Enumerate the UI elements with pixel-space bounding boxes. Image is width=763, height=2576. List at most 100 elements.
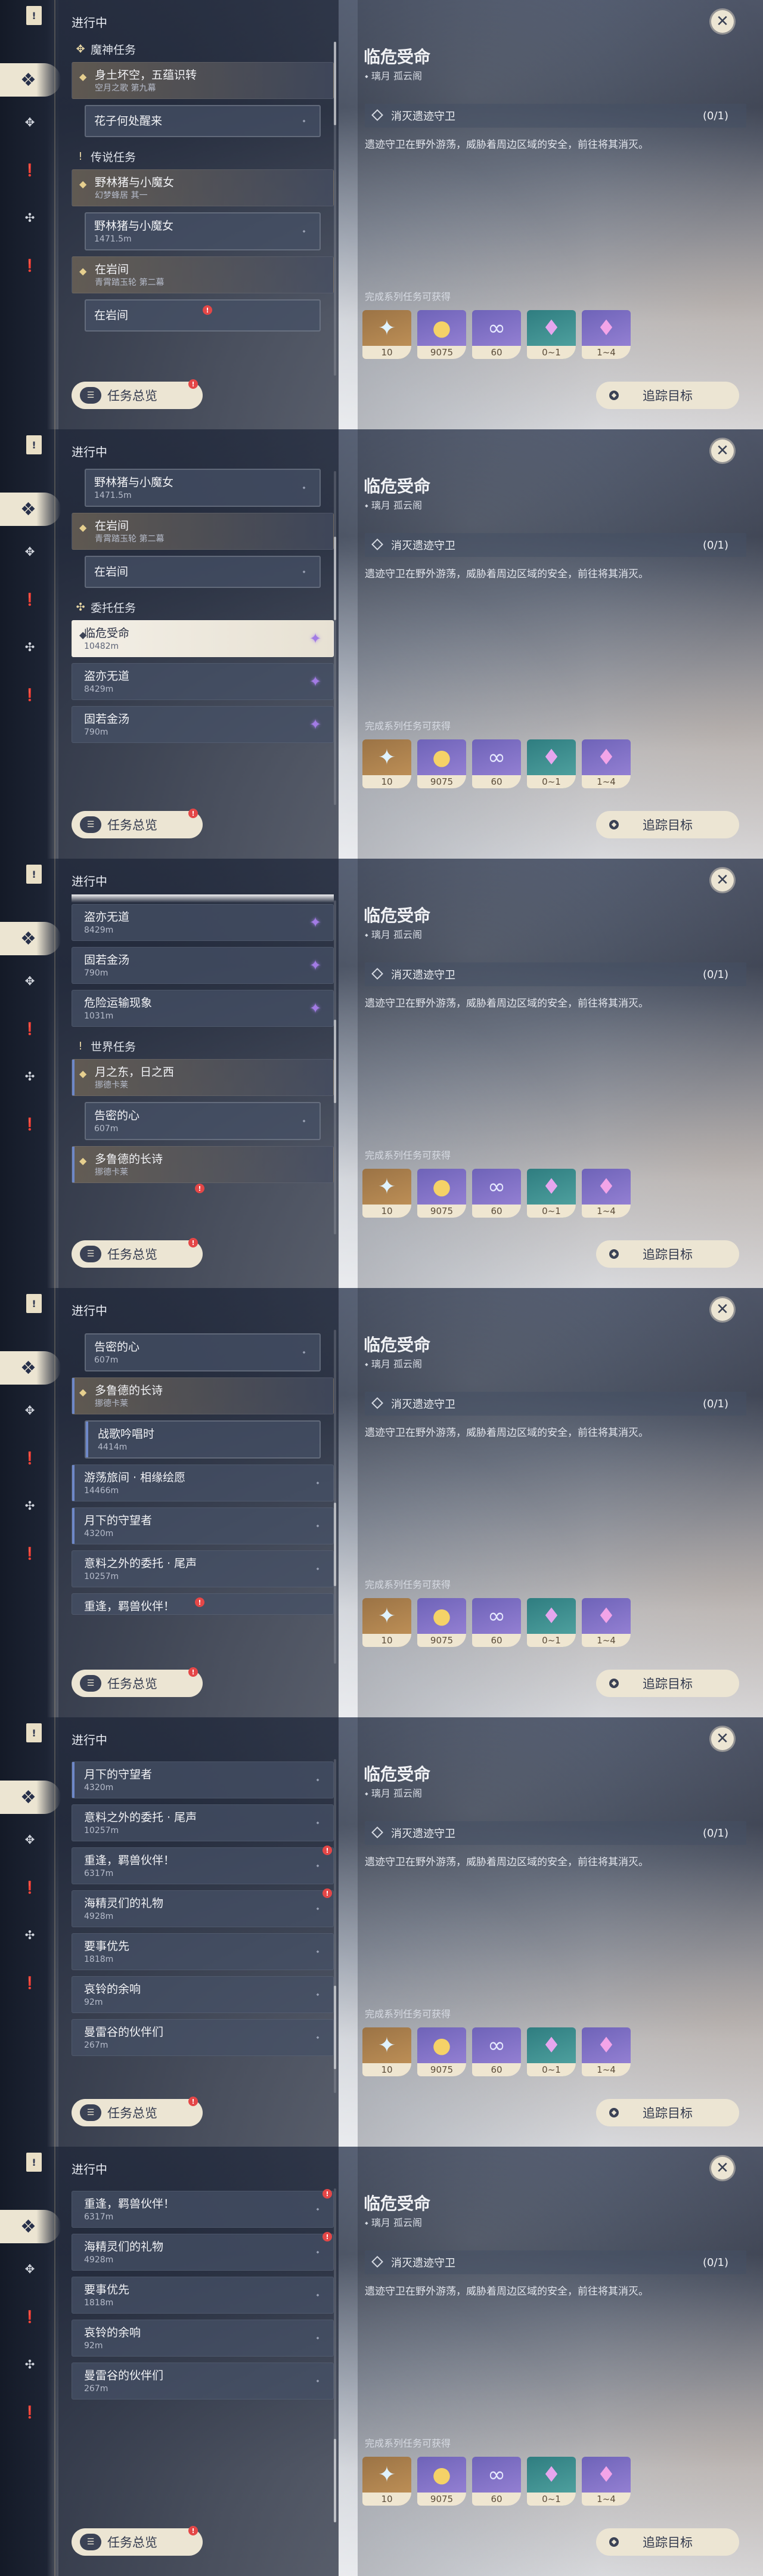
list-item[interactable]: 要事优先 1818m ⬩ bbox=[72, 1933, 334, 1970]
reward-item[interactable]: ∞ 60 bbox=[472, 2457, 521, 2506]
close-icon[interactable]: ✕ bbox=[709, 438, 736, 464]
reward-item[interactable]: ∞ 60 bbox=[472, 310, 521, 359]
world-quest-icon[interactable]: ❗ bbox=[22, 1546, 38, 1561]
reward-item[interactable]: ✦ 10 bbox=[362, 2027, 411, 2076]
list-item[interactable]: 曼雷谷的伙伴们 267m ⬩ bbox=[72, 2019, 334, 2056]
commission-icon[interactable]: ✣ bbox=[22, 1927, 38, 1943]
reward-item[interactable]: ♦ 1~4 bbox=[582, 1598, 631, 1647]
track-target-button[interactable]: 追踪目标 bbox=[596, 2099, 739, 2126]
commission-icon[interactable]: ✣ bbox=[22, 639, 38, 655]
world-quest-icon[interactable]: ❗ bbox=[22, 1975, 38, 1990]
list-item[interactable]: 告密的心 607m ⬩ bbox=[85, 1333, 321, 1371]
close-icon[interactable]: ✕ bbox=[709, 8, 736, 35]
story-quest-icon[interactable]: ❗ bbox=[22, 162, 38, 178]
reward-item[interactable]: ♦ 1~4 bbox=[582, 1169, 631, 1218]
list-item[interactable]: 告密的心 607m ⬩ bbox=[85, 1102, 321, 1140]
track-target-button[interactable]: 追踪目标 bbox=[596, 811, 739, 838]
reward-item[interactable]: ∞ 60 bbox=[472, 1169, 521, 1218]
list-item[interactable]: 要事优先 1818m ⬩ bbox=[72, 2277, 334, 2314]
story-quest-icon[interactable]: ❗ bbox=[22, 592, 38, 607]
quest-overview-button[interactable]: ☰ 任务总览 ! bbox=[72, 379, 203, 409]
quest-list[interactable]: 野林猪与小魔女 1471.5m ⬩ ◆ 在岩间 青霄踏玉轮 第二幕 在岩间 ⬩ … bbox=[72, 465, 334, 811]
reward-item[interactable]: ∞ 60 bbox=[472, 2027, 521, 2076]
list-item[interactable]: 固若金汤 790m ✦ bbox=[72, 706, 334, 743]
archon-quest-icon[interactable]: ✥ bbox=[22, 2261, 38, 2277]
list-item[interactable]: 意料之外的委托 · 尾声 10257m ⬩ bbox=[72, 1804, 334, 1841]
list-item[interactable]: ◆ 多鲁德的长诗 挪德卡莱 ! bbox=[72, 1146, 334, 1193]
list-scrollbar[interactable] bbox=[334, 471, 336, 805]
close-icon[interactable]: ✕ bbox=[709, 1296, 736, 1323]
story-quest-icon[interactable]: ❗ bbox=[22, 1450, 38, 1466]
story-quest-icon[interactable]: ❗ bbox=[22, 1021, 38, 1036]
reward-item[interactable]: ✦ 10 bbox=[362, 1598, 411, 1647]
quest-list[interactable]: 月下的守望者 4320m ⬩ 意料之外的委托 · 尾声 10257m ⬩ 重逢，… bbox=[72, 1753, 334, 2099]
archon-quest-icon[interactable]: ✥ bbox=[22, 973, 38, 989]
commission-icon[interactable]: ✣ bbox=[22, 1069, 38, 1084]
track-target-button[interactable]: 追踪目标 bbox=[596, 2528, 739, 2556]
list-item[interactable]: 盗亦无道 8429m ✦ bbox=[72, 904, 334, 941]
all-quests-icon[interactable]: ❖ bbox=[0, 1781, 61, 1814]
list-item[interactable]: ◆ 多鲁德的长诗 挪德卡莱 bbox=[72, 1377, 334, 1414]
list-item[interactable]: 游荡旅间 · 相缘绘愿 14466m ⬩ bbox=[72, 1465, 334, 1501]
list-item[interactable]: ◆ 身土坏空，五蕴识转 空月之歌 第九幕 bbox=[72, 62, 334, 99]
reward-item[interactable]: ♦ 0~1 bbox=[527, 739, 576, 788]
list-scrollbar[interactable] bbox=[334, 900, 336, 1234]
track-target-button[interactable]: 追踪目标 bbox=[596, 1240, 739, 1268]
reward-item[interactable]: ● 9075 bbox=[417, 2457, 466, 2506]
list-item[interactable]: 月下的守望者 4320m ⬩ bbox=[72, 1761, 334, 1798]
list-item[interactable]: 月下的守望者 4320m ⬩ bbox=[72, 1507, 334, 1544]
list-item[interactable]: 战歌吟唱时 4414m bbox=[85, 1420, 321, 1459]
list-item[interactable]: 花子何处醒来 ⬩ bbox=[85, 105, 321, 137]
world-quest-icon[interactable]: ❗ bbox=[22, 687, 38, 702]
list-item[interactable]: 在岩间 ⬩ bbox=[85, 556, 321, 588]
quest-overview-button[interactable]: ☰ 任务总览 ! bbox=[72, 1238, 203, 1268]
world-quest-icon[interactable]: ❗ bbox=[22, 258, 38, 273]
list-item[interactable]: 重逢，羁兽伙伴！ 6317m ⬩ ! bbox=[72, 2189, 334, 2228]
list-item-selected[interactable]: ◆ 临危受命 10482m ✦ bbox=[72, 620, 334, 657]
archon-quest-icon[interactable]: ✥ bbox=[22, 544, 38, 559]
reward-item[interactable]: ♦ 1~4 bbox=[582, 310, 631, 359]
reward-item[interactable]: ● 9075 bbox=[417, 1598, 466, 1647]
story-quest-icon[interactable]: ❗ bbox=[22, 2309, 38, 2324]
reward-item[interactable]: ● 9075 bbox=[417, 310, 466, 359]
reward-item[interactable]: ✦ 10 bbox=[362, 739, 411, 788]
list-item[interactable]: ◆ 月之东，日之西 挪德卡莱 bbox=[72, 1059, 334, 1096]
quest-list[interactable]: ✥ 魔神任务 ◆ 身土坏空，五蕴识转 空月之歌 第九幕 花子何处醒来 ⬩ ! 传说任… bbox=[72, 36, 334, 382]
close-icon[interactable]: ✕ bbox=[709, 1726, 736, 1752]
list-item[interactable]: 哀铃的余响 92m ⬩ bbox=[72, 2320, 334, 2357]
all-quests-icon[interactable]: ❖ bbox=[0, 2210, 61, 2243]
list-scrollbar[interactable] bbox=[334, 42, 336, 376]
quest-list[interactable]: 告密的心 607m ⬩ ◆ 多鲁德的长诗 挪德卡莱 战歌吟唱时 4414m 游荡… bbox=[72, 1324, 334, 1670]
reward-item[interactable]: ∞ 60 bbox=[472, 1598, 521, 1647]
list-scrollbar[interactable] bbox=[334, 1330, 336, 1664]
reward-item[interactable]: ♦ 1~4 bbox=[582, 2457, 631, 2506]
list-item[interactable]: 在岩间 ! bbox=[85, 299, 321, 332]
reward-item[interactable]: ✦ 10 bbox=[362, 310, 411, 359]
all-quests-icon[interactable]: ❖ bbox=[0, 922, 61, 955]
list-item[interactable]: 重逢，羁兽伙伴！ 6317m ⬩ ! bbox=[72, 1846, 334, 1884]
list-scrollbar[interactable] bbox=[334, 1759, 336, 2093]
archon-quest-icon[interactable]: ✥ bbox=[22, 114, 38, 130]
reward-item[interactable]: ● 9075 bbox=[417, 2027, 466, 2076]
quest-overview-button[interactable]: ☰ 任务总览 ! bbox=[72, 809, 203, 838]
commission-icon[interactable]: ✣ bbox=[22, 1498, 38, 1513]
quest-overview-button[interactable]: ☰ 任务总览 ! bbox=[72, 1667, 203, 1697]
commission-icon[interactable]: ✣ bbox=[22, 2357, 38, 2372]
list-item[interactable]: 固若金汤 790m ✦ bbox=[72, 947, 334, 984]
archon-quest-icon[interactable]: ✥ bbox=[22, 1832, 38, 1847]
track-target-button[interactable]: 追踪目标 bbox=[596, 382, 739, 409]
list-item[interactable]: 危险运输现象 1031m ✦ bbox=[72, 990, 334, 1027]
world-quest-icon[interactable]: ❗ bbox=[22, 2404, 38, 2420]
list-scrollbar[interactable] bbox=[334, 2188, 336, 2522]
story-quest-icon[interactable]: ❗ bbox=[22, 1880, 38, 1895]
quest-overview-button[interactable]: ☰ 任务总览 ! bbox=[72, 2097, 203, 2126]
list-item[interactable]: 哀铃的余响 92m ⬩ bbox=[72, 1976, 334, 2013]
all-quests-icon[interactable]: ❖ bbox=[0, 63, 61, 97]
reward-item[interactable]: ♦ 1~4 bbox=[582, 2027, 631, 2076]
reward-item[interactable]: ♦ 0~1 bbox=[527, 2027, 576, 2076]
list-item[interactable]: 野林猪与小魔女 1471.5m ⬩ bbox=[85, 469, 321, 507]
reward-item[interactable]: ✦ 10 bbox=[362, 1169, 411, 1218]
quest-list[interactable]: 重逢，羁兽伙伴！ 6317m ⬩ ! 海精灵们的礼物 4928m ⬩ ! 要事优… bbox=[72, 2182, 334, 2528]
archon-quest-icon[interactable]: ✥ bbox=[22, 1402, 38, 1418]
reward-item[interactable]: ♦ 0~1 bbox=[527, 310, 576, 359]
